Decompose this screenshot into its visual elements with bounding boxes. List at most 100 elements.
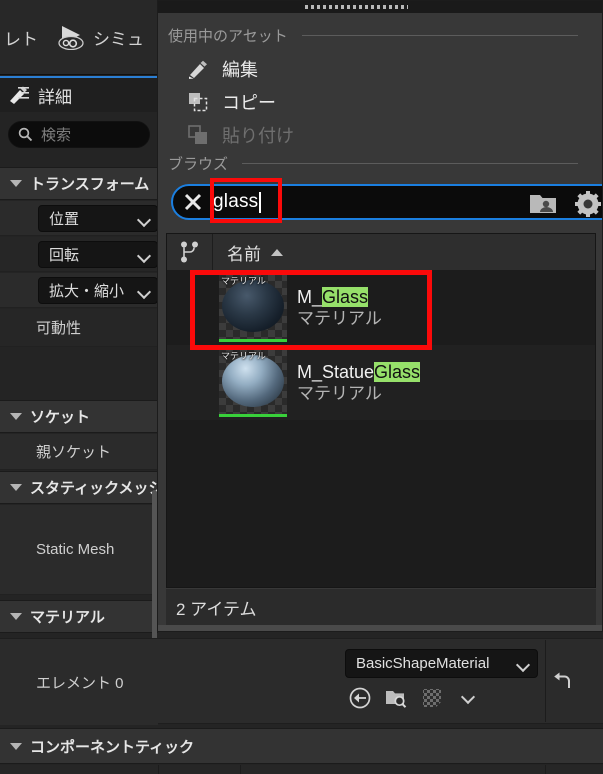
asset-state-bar — [219, 338, 287, 342]
material-row-divider — [545, 640, 546, 722]
chevron-down-icon[interactable] — [456, 686, 480, 710]
caret-down-icon — [10, 484, 22, 491]
asset-name: M_Glass — [297, 286, 382, 308]
simulate-label: シミュ — [93, 29, 144, 49]
divider — [158, 765, 159, 774]
section-header-material[interactable]: マテリアル — [0, 600, 158, 633]
caret-down-icon — [10, 180, 22, 187]
location-dropdown[interactable]: 位置 — [38, 204, 158, 232]
asset-name: M_StatueGlass — [297, 361, 421, 383]
section-label: トランスフォーム — [30, 176, 150, 193]
chevron-down-icon — [139, 251, 150, 258]
item-count-bar: 2 アイテム — [166, 589, 596, 625]
show-source-folder-icon[interactable] — [527, 188, 559, 220]
material-element-cell: エレメント 0 — [0, 639, 158, 725]
element-0-label: エレメント 0 — [36, 674, 124, 692]
location-label: 位置 — [49, 210, 80, 228]
asset-thumbnail: マテリアル — [219, 273, 287, 342]
toolbar-left-tab-text: レト — [4, 29, 38, 49]
caret-down-icon — [10, 613, 22, 620]
asset-list-item[interactable]: マテリアル M_StatueGlass マテリアル — [167, 345, 595, 420]
material-asset-dropdown[interactable]: BasicShapeMaterial — [345, 649, 538, 678]
caret-down-icon — [10, 413, 22, 420]
section-browse: ブラウズ — [158, 153, 602, 174]
caret-down-icon — [10, 742, 22, 750]
details-search-placeholder: 検索 — [41, 126, 72, 144]
parent-socket-label: 親ソケット — [36, 444, 112, 461]
use-selected-asset-icon[interactable] — [420, 686, 444, 710]
property-row-mobility: 可動性 — [0, 309, 158, 347]
details-search-row: 検索 — [0, 113, 158, 155]
text-caret — [259, 191, 262, 213]
section-label: スタティックメッシ — [30, 480, 158, 497]
play-gear-icon — [54, 24, 88, 50]
rotation-label: 回転 — [49, 246, 80, 264]
section-label: ブラウズ — [168, 156, 229, 173]
asset-name-prefix: M_ — [297, 286, 323, 307]
divider — [301, 35, 578, 36]
tab-details[interactable]: 詳細 — [0, 76, 158, 112]
scale-dropdown[interactable]: 拡大・縮小 — [38, 276, 158, 304]
chevron-down-icon — [139, 215, 150, 222]
property-row-scale: 拡大・縮小 — [0, 273, 158, 308]
popup-title-bar — [158, 1, 602, 13]
menu-item-label: コピー — [222, 93, 276, 113]
static-mesh-label: Static Mesh — [36, 541, 115, 558]
paste-icon — [182, 124, 214, 146]
asset-list: 名前 マテリアル M_Glass マテリアル マテリアル M_StatueGla… — [166, 233, 596, 588]
section-header-static-mesh[interactable]: スタティックメッシ — [0, 471, 158, 504]
section-label: 使用中のアセット — [168, 28, 288, 45]
menu-item-label: 編集 — [222, 60, 258, 80]
menu-item-copy[interactable]: コピー — [182, 87, 276, 117]
menu-item-label: 貼り付け — [222, 126, 294, 146]
section-used-asset: 使用中のアセット — [158, 25, 602, 46]
divider — [240, 765, 241, 774]
section-label: コンポーネントティック — [30, 738, 195, 756]
rotation-dropdown[interactable]: 回転 — [38, 240, 158, 268]
bottom-strip — [0, 765, 603, 774]
clear-x-icon[interactable] — [173, 191, 213, 213]
drag-dots-handle[interactable] — [305, 5, 408, 9]
reset-to-default-arrow-icon[interactable] — [551, 670, 575, 692]
section-header-transform[interactable]: トランスフォーム — [0, 167, 158, 200]
browse-to-asset-icon[interactable] — [348, 686, 372, 710]
asset-thumbnail: マテリアル — [219, 348, 287, 417]
asset-list-item[interactable]: マテリアル M_Glass マテリアル — [167, 270, 595, 345]
search-icon — [18, 127, 33, 142]
find-in-content-browser-icon[interactable] — [384, 686, 408, 710]
column-header-name[interactable]: 名前 — [227, 240, 261, 265]
chevron-down-icon — [139, 287, 150, 294]
menu-item-paste[interactable]: 貼り付け — [182, 120, 294, 150]
divider — [545, 765, 546, 774]
sort-ascending-icon — [271, 248, 283, 256]
editor-toolbar: レト シミュ — [0, 0, 158, 75]
asset-type-tag: マテリアル — [221, 275, 266, 286]
section-label: マテリアル — [30, 609, 105, 626]
unreal-editor-screenshot: レト シミュ 詳細 検索 トランスフォーム 位置 回転 拡大・縮小 可動性 ソケ… — [0, 0, 603, 774]
asset-type: マテリアル — [297, 383, 382, 403]
property-row-static-mesh: Static Mesh — [0, 505, 158, 595]
hierarchy-tree-icon[interactable] — [167, 234, 213, 270]
section-header-socket[interactable]: ソケット — [0, 400, 158, 433]
material-asset-name: BasicShapeMaterial — [356, 655, 490, 672]
menu-item-edit[interactable]: 編集 — [182, 54, 258, 84]
simulate-button[interactable]: シミュ — [54, 24, 144, 50]
copy-icon — [182, 91, 214, 113]
asset-type-tag: マテリアル — [221, 350, 266, 361]
property-row-rotation: 回転 — [0, 237, 158, 272]
asset-type: マテリアル — [297, 308, 382, 328]
property-row-parent-socket: 親ソケット — [0, 434, 158, 470]
section-header-component-tick[interactable]: コンポーネントティック — [0, 728, 603, 764]
property-row-location: 位置 — [0, 201, 158, 236]
section-label: ソケット — [30, 409, 91, 426]
item-count-label: 2 アイテム — [176, 599, 257, 619]
asset-state-bar — [219, 413, 287, 417]
popup-resize-footer[interactable] — [158, 625, 602, 631]
search-input[interactable]: 検索 — [8, 120, 150, 148]
settings-gear-icon[interactable] — [572, 188, 602, 220]
details-pencil-icon — [8, 85, 30, 105]
mobility-label: 可動性 — [36, 320, 82, 337]
material-action-icons — [348, 686, 480, 710]
divider — [242, 163, 578, 164]
asset-list-header: 名前 — [167, 234, 595, 270]
